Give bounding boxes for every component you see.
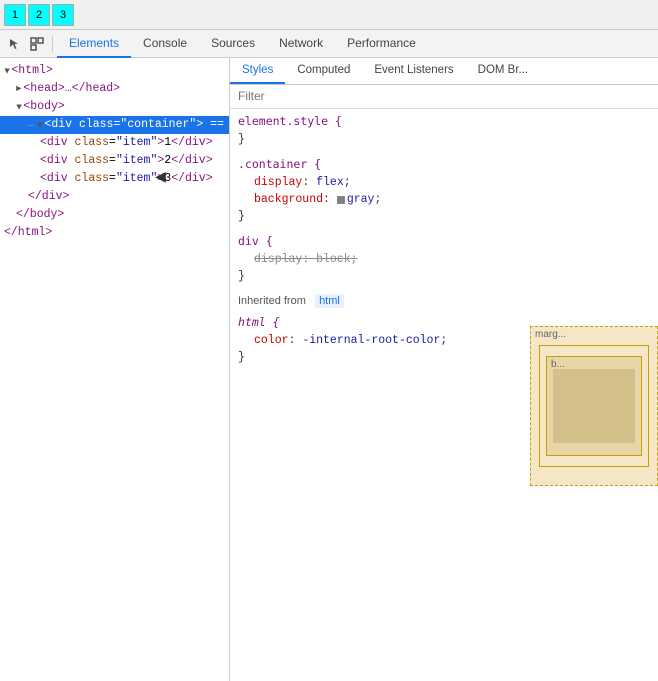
rule-display-block: display : block ; (238, 251, 650, 268)
box-margin-label: marg... (535, 329, 566, 340)
selector-container: .container { (238, 157, 321, 171)
toolbar-divider (52, 36, 53, 52)
tab-performance[interactable]: Performance (335, 30, 428, 58)
tab-elements[interactable]: Elements (57, 30, 131, 58)
tag-div-close: > (196, 116, 203, 134)
tab-network[interactable]: Network (267, 30, 335, 58)
preview-area: 1 2 3 (0, 0, 658, 30)
eq-sign: == (210, 116, 224, 134)
devtools-toolbar: Elements Console Sources Network Perform… (0, 30, 658, 58)
filter-input[interactable] (238, 89, 650, 103)
tag-item2-gt: > (157, 152, 164, 170)
attr-item1-class: class (75, 134, 110, 152)
preview-box-3: 3 (52, 4, 74, 26)
subtab-dom-breakpoints[interactable]: DOM Br... (466, 58, 540, 84)
tag-item2-name: div (47, 152, 68, 170)
elements-panel: ► <html> ► <head> … </head> ► <body> … ►… (0, 58, 230, 681)
tree-head[interactable]: ► <head> … </head> (0, 80, 229, 98)
tag-head-close: </head> (72, 80, 120, 98)
attr-item3-value: "item" (116, 170, 157, 188)
tag-item3-name: div (47, 170, 68, 188)
eq-item2: = (109, 152, 116, 170)
tag-item3-gt: > (157, 170, 164, 188)
text-item2: 2 (164, 152, 171, 170)
selector-element-style: element.style { (238, 114, 342, 128)
tree-item-1[interactable]: < div class = "item" > 1 </div> (0, 134, 229, 152)
rule-container: .container { display : flex ; background… (238, 156, 650, 225)
eq-item3: = (109, 170, 116, 188)
equals-container: = (113, 116, 120, 134)
preview-box-2: 2 (28, 4, 50, 26)
tag-close-div: </div> (28, 188, 69, 206)
inherited-tag-html[interactable]: html (315, 294, 344, 308)
tag-item3-open: < (40, 170, 47, 188)
tag-item1-open: < (40, 134, 47, 152)
attr-class-value: "container" (120, 116, 196, 134)
box-model-panel: marg... b... (530, 326, 658, 486)
color-swatch-gray[interactable] (337, 196, 345, 204)
triangle-head: ► (16, 80, 21, 98)
tag-html-open: <html> (11, 62, 52, 80)
preview-box-1: 1 (4, 4, 26, 26)
rule-element-style: element.style { } (238, 113, 650, 148)
tag-close-body: </body> (16, 206, 64, 224)
rule-display-flex: display : flex ; (238, 174, 650, 191)
attr-item1-value: "item" (116, 134, 157, 152)
tree-item-2[interactable]: < div class = "item" > 2 </div> (0, 152, 229, 170)
tag-item2-open: < (40, 152, 47, 170)
elements-tree[interactable]: ► <html> ► <head> … </head> ► <body> … ►… (0, 58, 229, 681)
tag-item1-name: div (47, 134, 68, 152)
tree-div-close: </div> (0, 188, 229, 206)
selector-div: div { (238, 234, 273, 248)
tree-html-close: </html> (0, 224, 229, 242)
tag-head: <head> (23, 80, 64, 98)
ellipsis-head: … (65, 80, 72, 98)
attr-item3-class: class (75, 170, 110, 188)
tab-console[interactable]: Console (131, 30, 199, 58)
triangle-container: ► (31, 122, 49, 127)
text-item3: 3 (164, 170, 171, 188)
triangle-body: ► (10, 104, 28, 109)
tree-body[interactable]: ► <body> (0, 98, 229, 116)
tag-body: <body> (23, 98, 64, 116)
tree-div-container[interactable]: … ► < div class = "container" > == $0 (0, 116, 229, 134)
rule-div: div { display : block ; } (238, 233, 650, 285)
tag-item3-close: </div> (171, 170, 212, 188)
selector-html: html { (238, 315, 280, 329)
tag-item2-close: </div> (171, 152, 212, 170)
cursor-icon[interactable] (4, 33, 26, 55)
inspect-icon[interactable] (26, 33, 48, 55)
attr-item2-value: "item" (116, 152, 157, 170)
eq-item1: = (109, 134, 116, 152)
tree-body-close: </body> (0, 206, 229, 224)
tag-div-name: div (51, 116, 72, 134)
rule-background: background: gray ; (238, 191, 650, 208)
tab-sources[interactable]: Sources (199, 30, 267, 58)
devtools-body: ► <html> ► <head> … </head> ► <body> … ►… (0, 58, 658, 681)
attr-item2-class: class (75, 152, 110, 170)
tree-item-3[interactable]: < div class = "item" > 3 </div> (0, 170, 229, 188)
attr-class-name: class (79, 116, 114, 134)
styles-subtabs: Styles Computed Event Listeners DOM Br..… (230, 58, 658, 85)
tab-bar: Elements Console Sources Network Perform… (57, 30, 428, 58)
subtab-event-listeners[interactable]: Event Listeners (362, 58, 465, 84)
tree-html[interactable]: ► <html> (0, 62, 229, 80)
triangle-html: ► (0, 68, 16, 73)
subtab-styles[interactable]: Styles (230, 58, 285, 84)
tag-item1-gt: > (157, 134, 164, 152)
subtab-computed[interactable]: Computed (285, 58, 362, 84)
inherited-from-label: Inherited from html (238, 293, 650, 310)
tag-close-html: </html> (4, 224, 52, 242)
filter-bar (230, 85, 658, 109)
tag-item1-close: </div> (171, 134, 212, 152)
text-item1: 1 (164, 134, 171, 152)
